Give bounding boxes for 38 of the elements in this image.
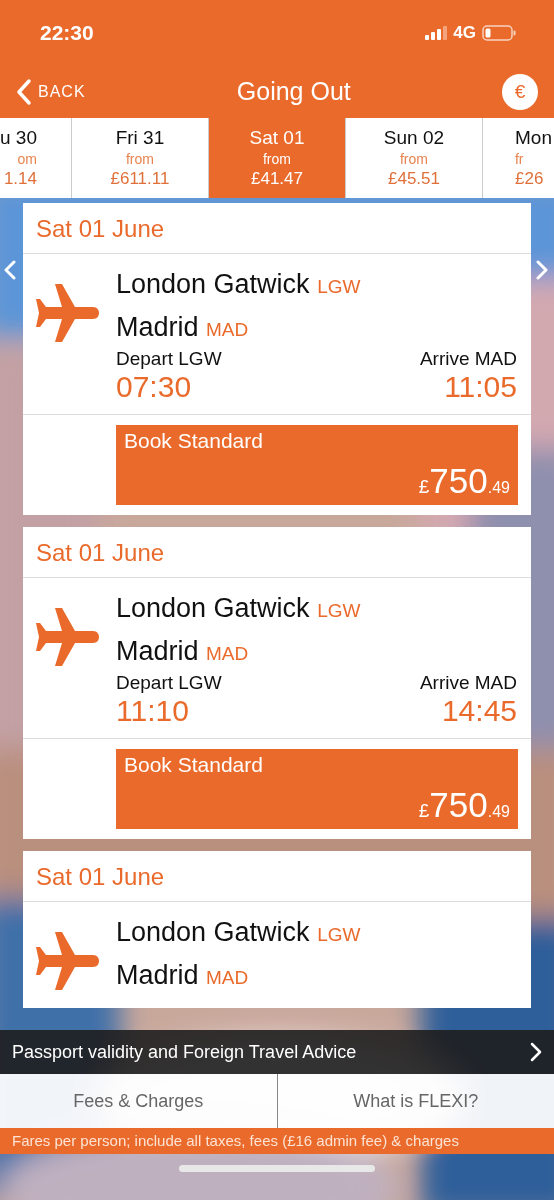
origin-airport: London Gatwick LGW xyxy=(116,592,362,625)
date-tab[interactable]: u 30 om 1.14 xyxy=(0,118,72,198)
back-button[interactable]: BACK xyxy=(16,77,86,106)
arrive-label: Arrive MAD xyxy=(419,672,517,694)
screen-title: Going Out xyxy=(236,77,351,106)
chevron-left-icon xyxy=(16,77,32,106)
origin-airport: London Gatwick LGW xyxy=(116,268,362,301)
destination-airport: Madrid MAD xyxy=(116,311,250,344)
destination-airport: Madrid MAD xyxy=(116,635,250,668)
status-time: 22:30 xyxy=(40,20,94,45)
arrive-label: Arrive MAD xyxy=(419,348,517,370)
currency-button[interactable]: € xyxy=(502,73,538,110)
arrive-time: 11:05 xyxy=(443,370,517,404)
network-label: 4G xyxy=(453,22,476,43)
signal-icon xyxy=(425,25,448,40)
flight-date: Sat 01 June xyxy=(23,527,531,578)
advice-bar[interactable]: Passport validity and Foreign Travel Advice xyxy=(0,1030,554,1074)
battery-icon xyxy=(482,24,516,41)
airplane-icon xyxy=(33,930,99,992)
chevron-right-icon[interactable] xyxy=(536,260,548,280)
depart-label: Depart LGW xyxy=(116,672,222,694)
airplane-icon xyxy=(33,606,99,668)
origin-airport: London Gatwick LGW xyxy=(116,916,362,949)
chevron-left-icon[interactable] xyxy=(4,260,16,280)
flight-date: Sat 01 June xyxy=(23,851,531,902)
flight-date: Sat 01 June xyxy=(23,203,531,254)
depart-time: 07:30 xyxy=(116,370,193,404)
airplane-icon xyxy=(33,282,99,344)
date-tab[interactable]: Sat 01 from £41.47 xyxy=(209,118,346,198)
book-button[interactable]: Book Standard £750.49 xyxy=(116,425,518,505)
arrive-time: 14:45 xyxy=(440,694,517,728)
book-button[interactable]: Book Standard £750.49 xyxy=(116,749,518,829)
depart-time: 11:10 xyxy=(116,694,190,728)
chevron-right-icon xyxy=(530,1042,542,1062)
destination-airport: Madrid MAD xyxy=(116,959,250,992)
depart-label: Depart LGW xyxy=(116,348,222,370)
info-link[interactable]: Fees & Charges xyxy=(0,1074,277,1128)
fare-note: Fares per person; include all taxes, fees (£16 admin fee) & charges xyxy=(0,1128,554,1154)
